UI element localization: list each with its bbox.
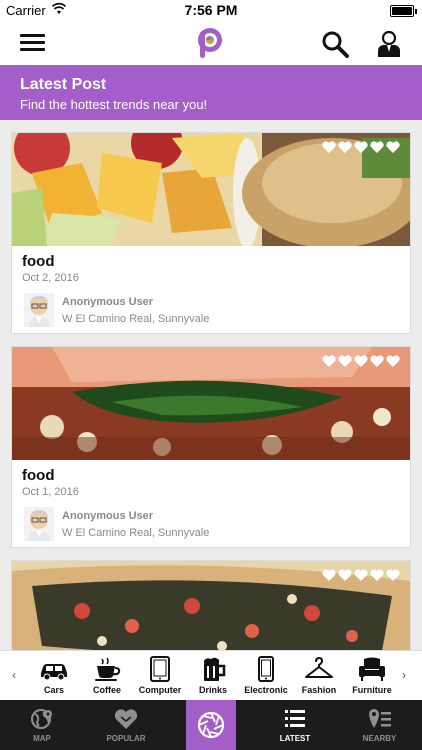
post-card[interactable]: food Oct 2, 2016 Anonymous User W El Cam… bbox=[11, 132, 411, 334]
heart-icon[interactable] bbox=[386, 569, 400, 581]
heart-badge-icon bbox=[114, 709, 138, 729]
battery-icon bbox=[390, 5, 417, 17]
post-author[interactable]: Anonymous User bbox=[62, 296, 153, 308]
heart-icon[interactable] bbox=[370, 141, 384, 153]
post-location: W El Camino Real, Sunnyvale bbox=[62, 527, 210, 539]
heart-icon[interactable] bbox=[354, 355, 368, 367]
category-label: Furniture bbox=[352, 685, 392, 695]
car-icon bbox=[41, 664, 67, 681]
status-bar: Carrier 7:56 PM bbox=[0, 0, 422, 22]
heart-icon[interactable] bbox=[386, 141, 400, 153]
category-label: Electronic bbox=[244, 685, 288, 695]
heart-icon[interactable] bbox=[370, 569, 384, 581]
post-title: food bbox=[22, 253, 55, 270]
coffee-cup-icon bbox=[95, 657, 121, 681]
phone-icon bbox=[258, 656, 274, 682]
tab-camera[interactable] bbox=[186, 700, 236, 750]
heart-icon[interactable] bbox=[354, 141, 368, 153]
hamburger-menu-icon[interactable] bbox=[20, 34, 45, 52]
post-card[interactable] bbox=[11, 560, 411, 650]
post-author[interactable]: Anonymous User bbox=[62, 510, 153, 522]
category-drinks[interactable]: Drinks bbox=[186, 656, 240, 700]
category-label: Computer bbox=[138, 685, 182, 695]
heart-icon[interactable] bbox=[322, 569, 336, 581]
heart-icon[interactable] bbox=[386, 355, 400, 367]
avatar[interactable] bbox=[24, 507, 54, 541]
category-fashion[interactable]: Fashion bbox=[292, 656, 346, 700]
page-subtitle: Find the hottest trends near you! bbox=[20, 97, 208, 112]
category-computer[interactable]: Computer bbox=[133, 656, 187, 700]
rating-hearts[interactable] bbox=[322, 569, 400, 581]
armchair-icon bbox=[359, 657, 385, 681]
post-feed[interactable]: food Oct 2, 2016 Anonymous User W El Cam… bbox=[0, 120, 422, 650]
battery-level bbox=[392, 7, 412, 15]
rating-hearts[interactable] bbox=[322, 141, 400, 153]
tab-nearby[interactable]: NEARBY bbox=[337, 700, 422, 750]
category-electronic[interactable]: Electronic bbox=[239, 656, 293, 700]
heart-icon[interactable] bbox=[322, 141, 336, 153]
heart-icon[interactable] bbox=[338, 141, 352, 153]
post-title: food bbox=[22, 467, 55, 484]
rating-hearts[interactable] bbox=[322, 355, 400, 367]
bottom-tab-bar: MAP POPULAR LATEST NEARBY bbox=[0, 700, 422, 750]
top-navbar bbox=[0, 22, 422, 65]
globe-icon bbox=[31, 709, 52, 729]
tablet-icon bbox=[150, 656, 170, 682]
beer-mug-icon bbox=[204, 657, 226, 681]
heart-icon[interactable] bbox=[322, 355, 336, 367]
tab-label: NEARBY bbox=[362, 734, 397, 743]
post-date: Oct 1, 2016 bbox=[22, 486, 79, 498]
heart-icon[interactable] bbox=[354, 569, 368, 581]
location-pin-list-icon bbox=[368, 709, 391, 728]
p-logo-icon[interactable] bbox=[197, 28, 223, 60]
chevron-left-icon[interactable]: ‹ bbox=[12, 668, 16, 682]
heart-icon[interactable] bbox=[338, 355, 352, 367]
tab-label: POPULAR bbox=[106, 734, 146, 743]
tab-popular[interactable]: POPULAR bbox=[84, 700, 168, 750]
post-location: W El Camino Real, Sunnyvale bbox=[62, 313, 210, 325]
search-icon[interactable] bbox=[321, 30, 349, 58]
category-label: Coffee bbox=[92, 685, 121, 695]
post-photo[interactable] bbox=[12, 133, 410, 246]
page-title: Latest Post bbox=[20, 76, 107, 93]
tab-map[interactable]: MAP bbox=[0, 700, 84, 750]
tab-label: LATEST bbox=[279, 734, 311, 743]
tab-label: MAP bbox=[33, 734, 51, 743]
app-screen: Carrier 7:56 PM Latest Post Find the hot… bbox=[0, 0, 422, 750]
category-strip: ‹ Cars Coffee Computer Drinks Electronic… bbox=[0, 650, 422, 700]
status-time: 7:56 PM bbox=[184, 2, 238, 18]
post-date: Oct 2, 2016 bbox=[22, 272, 79, 284]
camera-shutter-icon bbox=[197, 711, 225, 739]
list-icon bbox=[285, 710, 305, 727]
post-card[interactable]: food Oct 1, 2016 Anonymous User W El Cam… bbox=[11, 346, 411, 548]
category-coffee[interactable]: Coffee bbox=[80, 656, 134, 700]
avatar[interactable] bbox=[24, 293, 54, 327]
heart-icon[interactable] bbox=[338, 569, 352, 581]
post-photo[interactable] bbox=[12, 347, 410, 460]
user-profile-icon[interactable] bbox=[377, 30, 401, 58]
hanger-icon bbox=[305, 656, 333, 678]
chevron-right-icon[interactable]: › bbox=[402, 668, 406, 682]
category-cars[interactable]: Cars bbox=[27, 656, 81, 700]
category-label: Cars bbox=[43, 685, 64, 695]
category-furniture[interactable]: Furniture bbox=[345, 656, 399, 700]
latest-post-banner: Latest Post Find the hottest trends near… bbox=[0, 65, 422, 120]
heart-icon[interactable] bbox=[370, 355, 384, 367]
post-photo[interactable] bbox=[12, 561, 410, 650]
tab-latest[interactable]: LATEST bbox=[253, 700, 337, 750]
category-label: Fashion bbox=[301, 685, 337, 695]
category-label: Drinks bbox=[198, 685, 227, 695]
